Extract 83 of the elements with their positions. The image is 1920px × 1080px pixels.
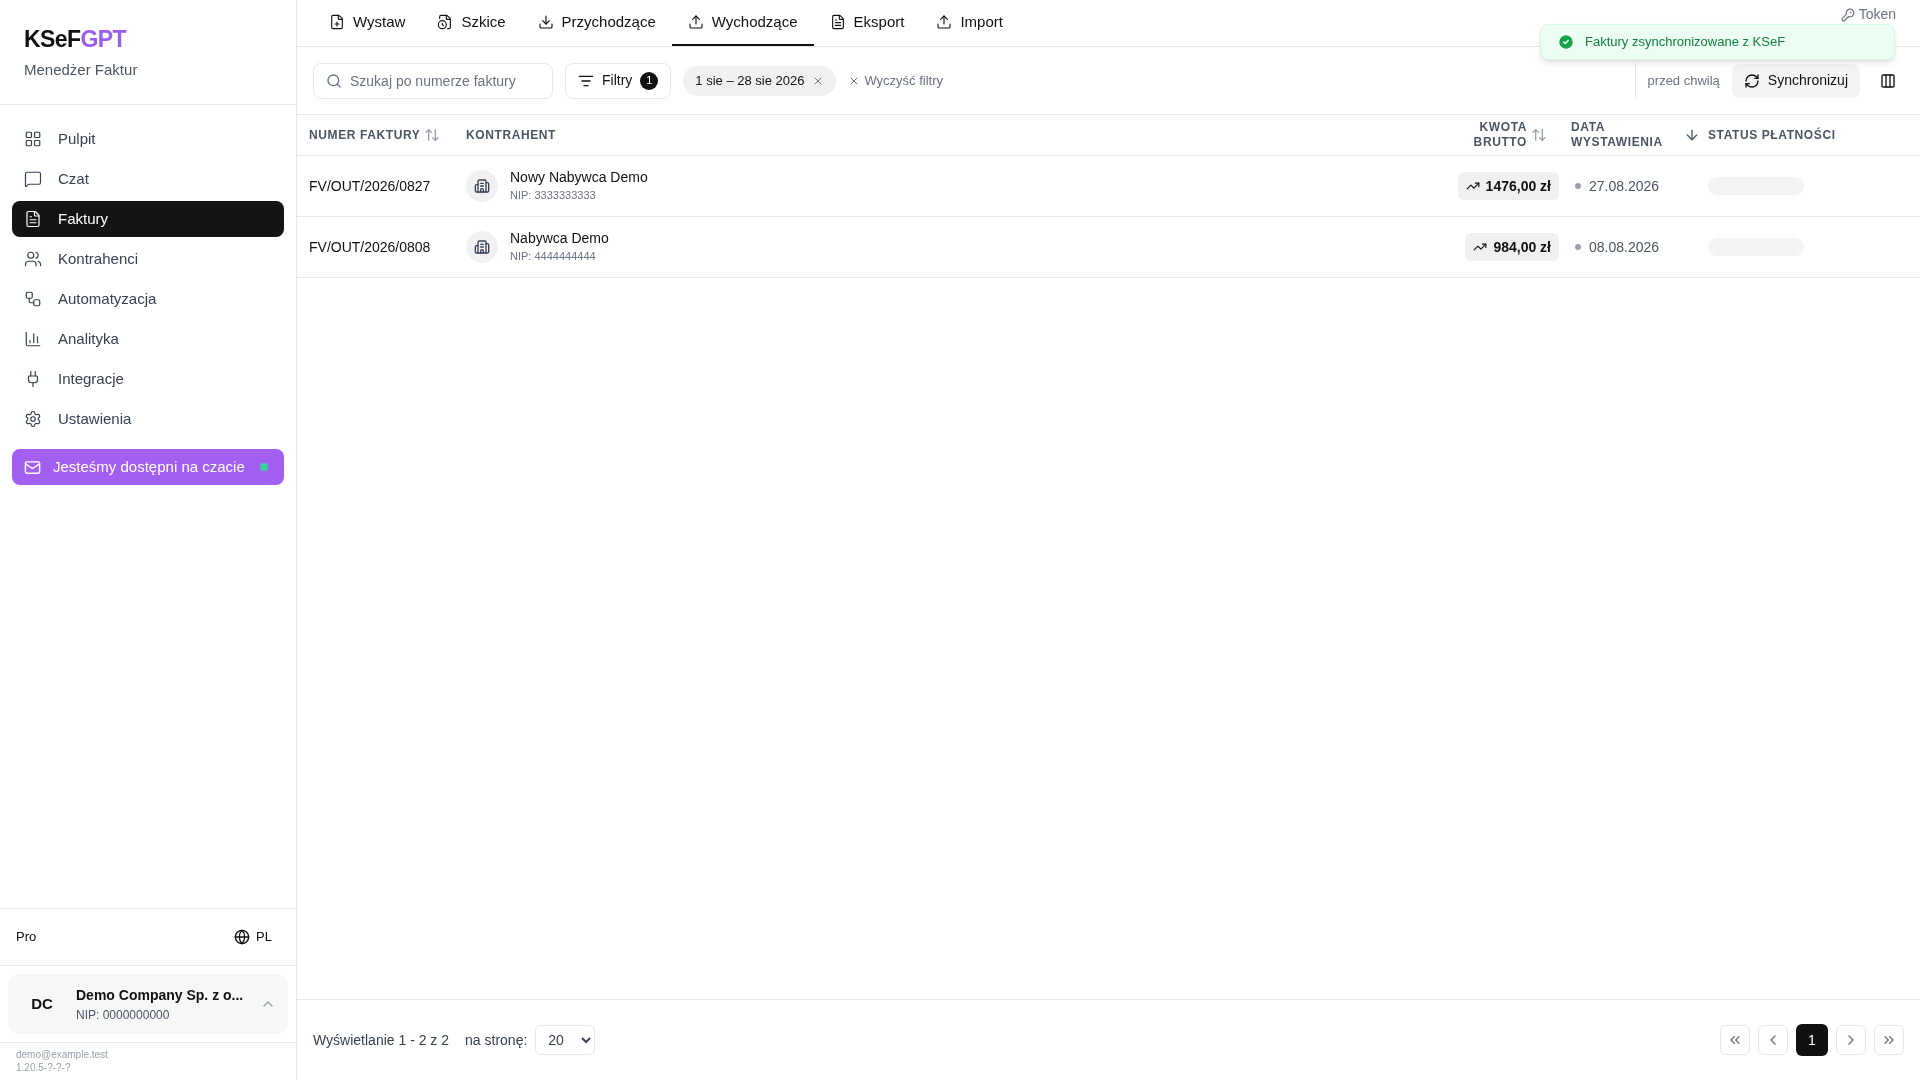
nav-item[interactable]: Kontrahenci [12, 241, 284, 277]
check-circle-icon [1557, 33, 1575, 51]
language-switcher[interactable]: PL [234, 927, 272, 947]
company-avatar: DC [30, 993, 54, 1014]
company-switcher[interactable]: DC Demo Company Sp. z o... NIP: 0000000000 [8, 974, 288, 1034]
nav-item[interactable]: Faktury [12, 201, 284, 237]
pagination-summary: Wyświetlanie 1 - 2 z 2 [313, 1030, 450, 1050]
app-version: 1.20.5-?-?-? [16, 1061, 72, 1074]
search-field[interactable]: Szukaj po numerze faktury [313, 62, 553, 99]
page-button[interactable]: 1 [1796, 1024, 1828, 1056]
chat-banner[interactable]: Jesteśmy dostępni na czacie [12, 449, 284, 485]
mail-icon [24, 458, 41, 476]
users-icon [24, 250, 42, 268]
column-header: STATUS PŁATNOŚCI [1708, 127, 1836, 143]
sort-icon[interactable] [1531, 127, 1547, 143]
bar-chart-icon [24, 330, 42, 348]
nav-item[interactable]: Ustawienia [12, 401, 284, 437]
settings-icon [24, 410, 42, 428]
issue-date: 27.08.2026 [1589, 176, 1660, 196]
column-header: DATA WYSTAWIENIA [1571, 120, 1664, 150]
grid-icon [24, 130, 42, 148]
contractor-name: Nabywca Demo [510, 230, 609, 248]
sort-descending-icon[interactable] [1684, 127, 1700, 143]
amount-badge: 1476,00 zł [1457, 172, 1559, 200]
contractor-nip: NIP: 4444444444 [510, 248, 597, 264]
issue-date: 08.08.2026 [1589, 237, 1660, 257]
contractor-name: Nowy Nabywca Demo [510, 169, 648, 187]
nav-item[interactable]: Czat [12, 161, 284, 197]
nav-item[interactable]: Integracje [12, 361, 284, 397]
upload-icon [687, 14, 704, 30]
globe-icon [234, 929, 251, 945]
nav-item[interactable]: Pulpit [12, 121, 284, 157]
nav-item[interactable]: Automatyzacja [12, 281, 284, 317]
key-icon [1840, 7, 1855, 22]
per-page-label: na stronę: [465, 1030, 528, 1050]
file-plus-icon [329, 14, 345, 30]
column-header: NUMER FAKTURY [309, 127, 421, 143]
refresh-icon [1743, 72, 1760, 89]
column-header: KONTRAHENT [466, 127, 556, 143]
last-page-button[interactable] [1874, 1025, 1904, 1055]
nav-item[interactable]: Analityka [12, 321, 284, 357]
company-nip: NIP: 0000000000 [76, 1006, 171, 1024]
sort-icon[interactable] [424, 127, 441, 143]
document-icon [24, 210, 42, 228]
plan-label: Pro [16, 928, 37, 947]
user-email: demo@example.test [16, 1049, 109, 1062]
contractor-nip: NIP: 3333333333 [510, 187, 597, 203]
invoice-number[interactable]: FV/OUT/2026/0827 [309, 175, 466, 197]
sync-button[interactable]: Synchronizuj [1731, 63, 1860, 98]
search-input[interactable]: Szukaj po numerze faktury [350, 63, 540, 98]
building-icon [466, 170, 498, 202]
filters-button[interactable]: Filtry 1 [565, 62, 672, 99]
workflow-icon [24, 290, 42, 308]
tab[interactable]: Wychodzące [671, 0, 814, 46]
amount-badge: 984,00 zł [1465, 233, 1559, 261]
search-icon [326, 72, 342, 89]
tab[interactable]: Szkice [421, 0, 522, 46]
document-icon [829, 14, 846, 30]
company-name: Demo Company Sp. z o... [76, 985, 245, 1005]
previous-page-button[interactable] [1758, 1025, 1788, 1055]
tab[interactable]: Przychodzące [521, 0, 672, 46]
first-page-button[interactable] [1720, 1025, 1750, 1055]
column-header: KWOTA BRUTTO [1472, 120, 1527, 150]
last-sync-time: przed chwilą [1647, 71, 1720, 90]
date-filter-chip[interactable]: 1 sie – 28 sie 2026 [683, 65, 837, 96]
invoice-number[interactable]: FV/OUT/2026/0808 [309, 236, 466, 258]
download-icon [537, 14, 554, 30]
tab[interactable]: Wystaw [313, 0, 422, 46]
tab[interactable]: Eksport [813, 0, 921, 46]
chat-icon [24, 170, 42, 188]
next-page-button[interactable] [1836, 1025, 1866, 1055]
app-subtitle: Menedżer Faktur [24, 60, 139, 80]
success-toast: Faktury zsynchronizowane z KSeF [1540, 24, 1895, 60]
token-link[interactable]: Token [1840, 4, 1896, 25]
clear-filters-button[interactable]: Wyczyść filtry [848, 70, 944, 91]
per-page-select[interactable]: 20 [535, 1025, 596, 1055]
tab[interactable]: Import [920, 0, 1019, 46]
draft-icon [437, 14, 454, 30]
filter-count: 1 [640, 71, 659, 90]
columns-icon[interactable] [1880, 72, 1896, 89]
upload-icon [936, 14, 953, 30]
building-icon [466, 231, 498, 263]
app-logo: KSeFGPT [24, 28, 128, 51]
